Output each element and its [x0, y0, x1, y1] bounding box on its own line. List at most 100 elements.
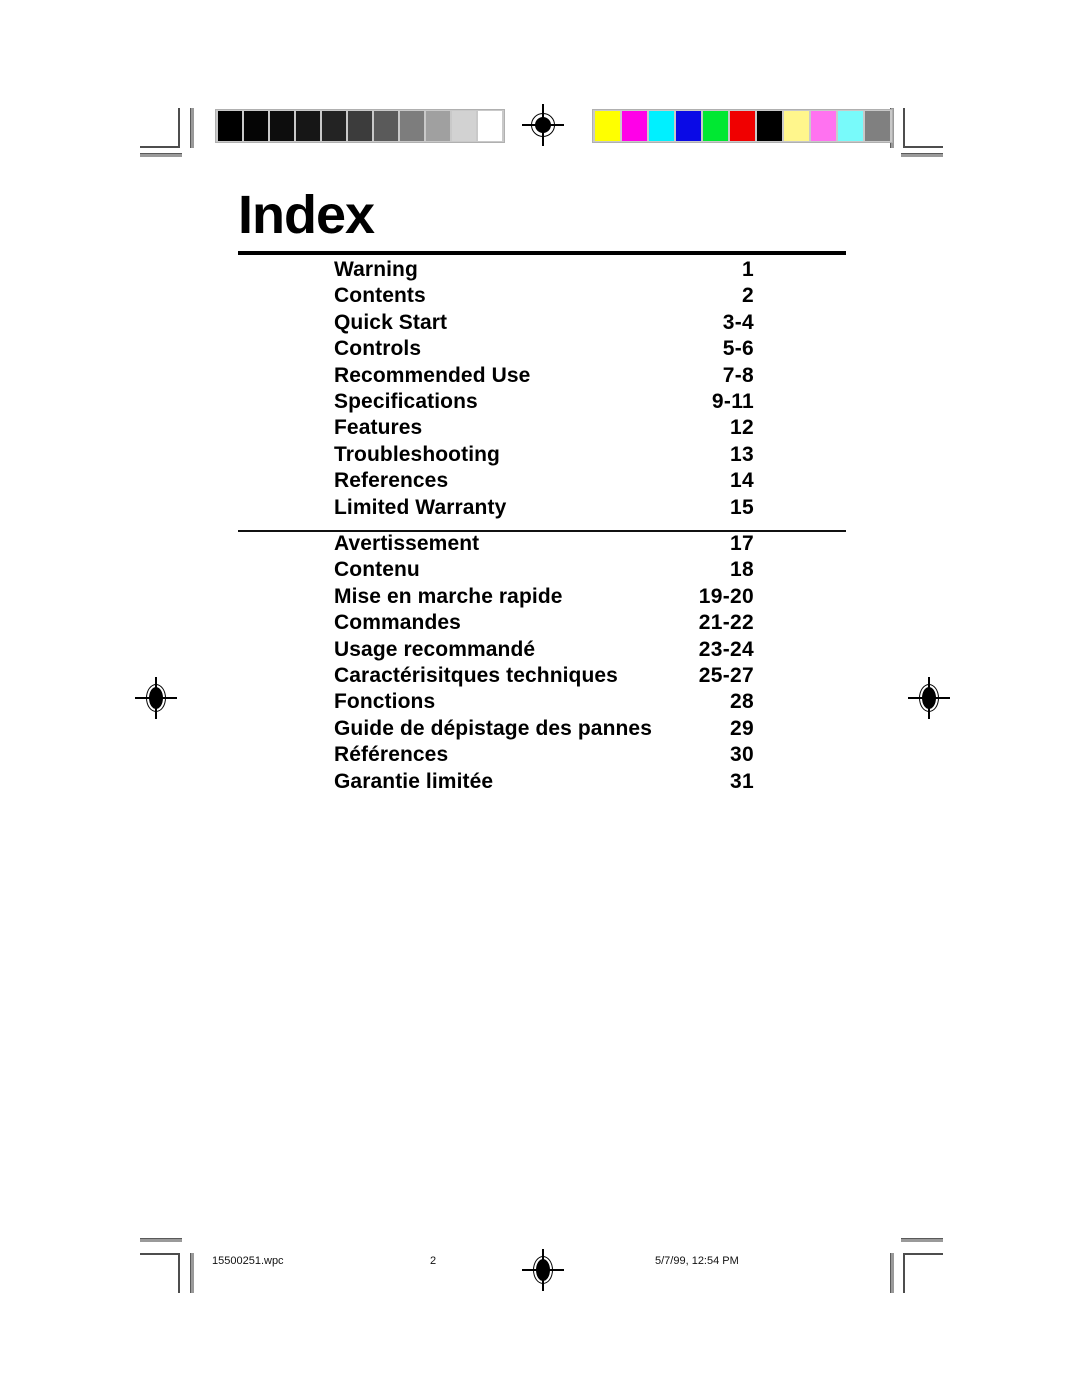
index-entry-page: 28 — [730, 690, 754, 714]
index-entry-label: References — [334, 469, 449, 493]
index-list-english: Warning 1 Contents 2 Quick Start 3-4 Con… — [238, 258, 846, 522]
index-entry-page: 3-4 — [722, 310, 754, 334]
index-entry-page: 29 — [730, 716, 754, 740]
index-row[interactable]: References 14 — [238, 469, 846, 495]
index-entry-page: 9-11 — [711, 389, 754, 413]
gray-swatch — [374, 111, 398, 141]
index-row[interactable]: Warning 1 — [238, 258, 846, 284]
index-row[interactable]: Quick Start 3-4 — [238, 311, 846, 337]
registration-target-left — [135, 677, 177, 719]
crop-bar-top-right — [901, 153, 943, 157]
index-row[interactable]: Références 30 — [238, 743, 846, 769]
crop-mark-bottom-left — [140, 1253, 180, 1293]
footer-file-name: 15500251.wpc — [212, 1255, 284, 1267]
index-entry-label: Caractérisitques techniques — [334, 663, 618, 687]
index-entry-page: 18 — [730, 558, 754, 582]
index-entry-page: 12 — [730, 416, 754, 440]
index-entry-label: Troubleshooting — [334, 442, 500, 466]
index-entry-label: Garantie limitée — [334, 769, 494, 793]
index-row[interactable]: Recommended Use 7-8 — [238, 364, 846, 390]
index-row[interactable]: Limited Warranty 15 — [238, 496, 846, 522]
gray-swatch — [244, 111, 268, 141]
color-swatch — [838, 111, 863, 141]
index-entry-label: Fonctions — [334, 690, 436, 714]
index-entry-label: Références — [334, 743, 449, 767]
index-entry-label: Contenu — [334, 558, 420, 582]
index-entry-label: Mise en marche rapide — [334, 584, 563, 608]
crop-mark-top-left — [140, 108, 180, 148]
gray-swatch — [270, 111, 294, 141]
index-entry-page: 30 — [730, 743, 754, 767]
color-swatch — [676, 111, 701, 141]
index-entry-label: Quick Start — [334, 310, 448, 334]
index-row[interactable]: Usage recommandé 23-24 — [238, 638, 846, 664]
index-row[interactable]: Guide de dépistage des pannes 29 — [238, 717, 846, 743]
index-row[interactable]: Garantie limitée 31 — [238, 770, 846, 796]
color-swatch — [730, 111, 755, 141]
page-title: Index — [238, 185, 375, 245]
index-entry-page: 2 — [742, 284, 754, 308]
index-entry-page: 31 — [730, 769, 754, 793]
gray-swatch — [218, 111, 242, 141]
index-list-french: Avertissement 17 Contenu 18 Mise en marc… — [238, 532, 846, 796]
gray-swatch — [296, 111, 320, 141]
crop-mark-bottom-right — [903, 1253, 943, 1293]
registration-target-right — [908, 677, 950, 719]
index-entry-label: Features — [334, 416, 423, 440]
index-entry-page: 7-8 — [722, 363, 754, 387]
index-entry-label: Commandes — [334, 611, 461, 635]
color-swatch — [649, 111, 674, 141]
gray-swatch — [426, 111, 450, 141]
index-row[interactable]: Fonctions 28 — [238, 690, 846, 716]
gray-swatch — [400, 111, 424, 141]
crop-bar-top-left — [140, 153, 182, 157]
index-row[interactable]: Caractérisitques techniques 25-27 — [238, 664, 846, 690]
index-entry-label: Contents — [334, 284, 426, 308]
index-entry-label: Warning — [334, 258, 418, 281]
index-entry-page: 15 — [730, 495, 754, 519]
index-row[interactable]: Commandes 21-22 — [238, 611, 846, 637]
index-entry-page: 14 — [730, 469, 754, 493]
crop-bar-bottom-right — [901, 1238, 943, 1242]
title-rule — [238, 251, 846, 255]
grayscale-calibration-bar — [215, 109, 505, 143]
index-entry-label: Limited Warranty — [334, 495, 507, 519]
index-row[interactable]: Troubleshooting 13 — [238, 443, 846, 469]
index-entry-page: 21-22 — [698, 611, 754, 635]
footer-page-number: 2 — [430, 1255, 437, 1267]
crop-tick-bottom-right — [890, 1253, 894, 1293]
color-calibration-bar — [592, 109, 893, 143]
gray-swatch — [348, 111, 372, 141]
index-row[interactable]: Contenu 18 — [238, 558, 846, 584]
color-swatch — [622, 111, 647, 141]
gray-swatch — [452, 111, 476, 141]
index-entry-page: 17 — [730, 532, 754, 555]
index-entry-page: 19-20 — [698, 584, 754, 608]
index-row[interactable]: Contents 2 — [238, 284, 846, 310]
color-swatch — [784, 111, 809, 141]
crop-bar-bottom-left — [140, 1238, 182, 1242]
registration-target-bottom-center — [522, 1249, 564, 1291]
index-row[interactable]: Specifications 9-11 — [238, 390, 846, 416]
index-row[interactable]: Avertissement 17 — [238, 532, 846, 558]
color-swatch — [811, 111, 836, 141]
index-entry-page: 25-27 — [698, 663, 754, 687]
index-entry-page: 23-24 — [698, 637, 754, 661]
index-entry-label: Controls — [334, 337, 422, 361]
index-entry-page: 5-6 — [722, 337, 754, 361]
index-entry-page: 1 — [742, 258, 754, 281]
footer-timestamp: 5/7/99, 12:54 PM — [655, 1255, 739, 1267]
index-row[interactable]: Features 12 — [238, 416, 846, 442]
crop-tick-top-left — [190, 108, 194, 148]
index-row[interactable]: Controls 5-6 — [238, 337, 846, 363]
gray-swatch — [322, 111, 346, 141]
index-entry-label: Usage recommandé — [334, 637, 536, 661]
gray-swatch — [478, 111, 502, 141]
index-row[interactable]: Mise en marche rapide 19-20 — [238, 585, 846, 611]
color-swatch — [595, 111, 620, 141]
crop-tick-bottom-left — [190, 1253, 194, 1293]
index-entry-label: Guide de dépistage des pannes — [334, 716, 652, 740]
index-entry-label: Recommended Use — [334, 363, 531, 387]
index-entry-label: Specifications — [334, 389, 478, 413]
color-swatch — [757, 111, 782, 141]
